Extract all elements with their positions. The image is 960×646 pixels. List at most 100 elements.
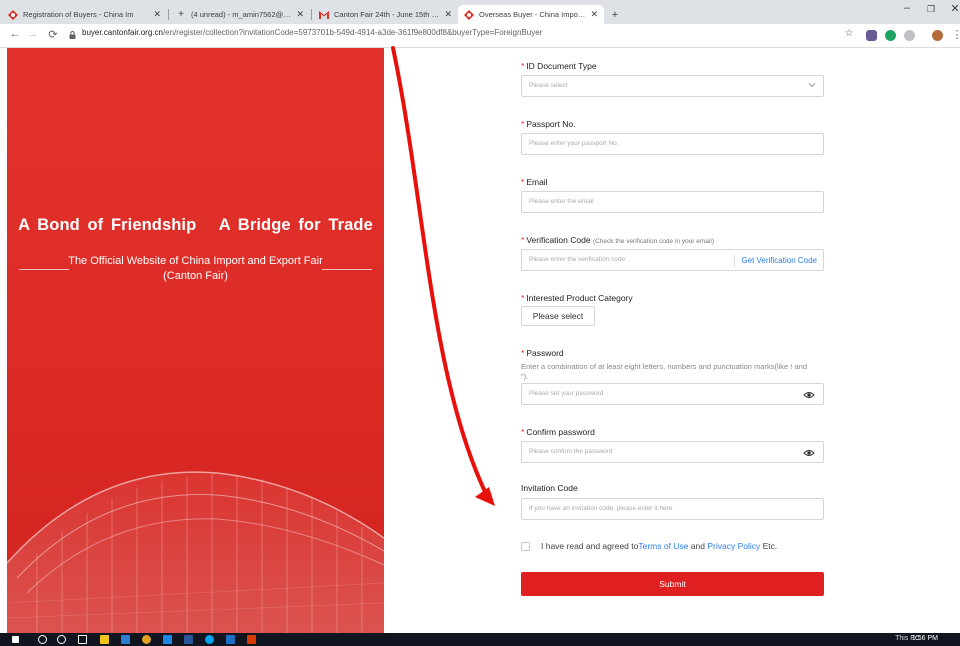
app-icon[interactable] (226, 635, 235, 644)
get-verification-code-button[interactable]: Get Verification Code (734, 255, 823, 267)
eye-icon[interactable] (803, 390, 815, 400)
app-icon[interactable] (205, 635, 214, 644)
canton-fair-favicon-icon (464, 9, 474, 20)
reload-icon[interactable]: ⟳ (46, 28, 60, 41)
cortana-icon[interactable] (57, 635, 66, 644)
exhibition-building-illustration (7, 471, 384, 633)
chrome-icon[interactable] (142, 635, 151, 644)
agree-checkbox[interactable] (521, 541, 530, 551)
verification-hint: (Check the verification code in your ema… (592, 238, 714, 245)
placeholder: Please set your password (529, 390, 604, 397)
verification-input[interactable]: Please enter the verification code Get V… (521, 249, 824, 271)
terms-of-use-link[interactable]: Terms of Use (638, 541, 688, 551)
task-view-icon[interactable] (78, 635, 87, 644)
hero-title: A Bond of Friendship A Bridge for Trade (18, 216, 373, 234)
id-document-label: * ID Document Type (521, 61, 597, 71)
password-hint: Enter a combination of at least eight le… (521, 362, 807, 381)
canton-fair-favicon-icon (8, 9, 18, 20)
url-host: buyer.cantonfair.org.cn (82, 28, 163, 37)
confirm-password-label: * Confirm password (521, 427, 595, 437)
password-label: * Password (521, 348, 564, 358)
tab-yahoo-mail[interactable]: + (4 unread) - m_amin7562@yaho ✕ (170, 5, 310, 24)
search-icon[interactable] (38, 635, 47, 644)
screen: Registration of Buyers - China Im ✕ + (4… (0, 0, 960, 646)
star-icon[interactable]: ☆ (842, 28, 856, 39)
app-icon[interactable] (163, 635, 172, 644)
windows-taskbar: This PC 1:56 PM (0, 633, 960, 646)
required-marker: * (521, 119, 525, 129)
required-marker: * (521, 177, 525, 187)
label-text: Password (526, 348, 564, 358)
hero-banner: A Bond of Friendship A Bridge for Trade … (7, 48, 384, 633)
required-marker: * (521, 293, 525, 303)
invitation-code-input[interactable]: If you have an invitation code, please e… (521, 498, 824, 520)
new-tab-button[interactable]: + (606, 5, 624, 24)
grammarly-icon[interactable] (885, 30, 896, 41)
extension-icon[interactable] (866, 30, 877, 41)
verification-label: * Verification Code (Check the verificati… (521, 235, 714, 245)
browser-tab-strip: Registration of Buyers - China Im ✕ + (4… (0, 0, 960, 24)
maximize-button[interactable]: ❐ (919, 4, 943, 15)
label-text: Email (526, 177, 548, 187)
tab-label: (4 unread) - m_amin7562@yaho (191, 10, 293, 19)
label-text: Verification Code (526, 235, 591, 245)
clock[interactable]: 1:56 PM (912, 635, 938, 642)
gmail-icon (319, 10, 329, 20)
placeholder: Please enter the verification code (529, 256, 626, 263)
required-marker: * (521, 61, 525, 71)
lock-icon (69, 31, 76, 39)
agree-suffix: Etc. (760, 541, 778, 551)
required-marker: * (521, 235, 525, 245)
tab-overseas-buyer[interactable]: Overseas Buyer - China Import an ✕ (458, 5, 604, 24)
minimize-button[interactable]: – (895, 2, 919, 14)
close-icon[interactable]: ✕ (590, 9, 598, 20)
category-select-button[interactable]: Please select (521, 306, 595, 326)
chevron-down-icon (808, 83, 816, 88)
eye-icon[interactable] (803, 448, 815, 458)
passport-input[interactable]: Please enter your passport No. (521, 133, 824, 155)
email-label: * Email (521, 177, 548, 187)
id-document-select[interactable]: Please select (521, 75, 824, 97)
agree-prefix: I have read and agreed to (541, 541, 639, 551)
privacy-policy-link[interactable]: Privacy Policy (707, 541, 760, 551)
mail-icon[interactable] (121, 635, 130, 644)
plus-icon: + (611, 8, 619, 21)
close-icon[interactable]: ✕ (296, 9, 304, 20)
invitation-code-label: Invitation Code (521, 483, 578, 493)
required-marker: * (521, 348, 525, 358)
tab-label: Canton Fair 24th - June 15th - m (334, 10, 441, 19)
url-path: /en/register/collection?invitationCode=5… (162, 28, 543, 37)
label-text: Interested Product Category (526, 293, 633, 303)
passport-label: * Passport No. (521, 119, 575, 129)
word-icon[interactable] (184, 635, 193, 644)
label-text: ID Document Type (526, 61, 597, 71)
placeholder: Please confirm the password (529, 448, 613, 455)
back-arrow-icon[interactable]: ← (8, 28, 22, 40)
url-field[interactable]: buyer.cantonfair.org.cn/en/register/coll… (82, 28, 542, 37)
tab-gmail[interactable]: Canton Fair 24th - June 15th - m ✕ (313, 5, 458, 24)
tab-label: Registration of Buyers - China Im (23, 10, 134, 19)
forward-arrow-icon[interactable]: → (26, 28, 40, 40)
placeholder: Please select (529, 82, 568, 89)
avatar[interactable] (932, 30, 943, 41)
plus-icon: + (178, 9, 184, 20)
confirm-password-input[interactable]: Please confirm the password (521, 441, 824, 463)
divider-line (19, 269, 69, 270)
menu-dots-icon[interactable]: ⋮ (950, 28, 960, 41)
terms-agreement: I have read and agreed to Terms of Use an… (521, 541, 777, 551)
password-input[interactable]: Please set your password (521, 383, 824, 405)
close-icon[interactable]: ✕ (444, 9, 452, 20)
email-input[interactable]: Please enter the email (521, 191, 824, 213)
submit-button[interactable]: Submit (521, 572, 824, 596)
window-close-button[interactable]: ✕ (943, 2, 960, 15)
app-icon[interactable] (247, 635, 256, 644)
label-text: Confirm password (526, 427, 595, 437)
close-icon[interactable]: ✕ (153, 9, 161, 20)
extension-icon[interactable] (904, 30, 915, 41)
file-explorer-icon[interactable] (100, 635, 109, 644)
windows-start-icon[interactable] (12, 636, 19, 643)
category-label: * Interested Product Category (521, 293, 633, 303)
tab-registration[interactable]: Registration of Buyers - China Im ✕ (2, 5, 167, 24)
divider-line (322, 269, 372, 270)
tab-label: Overseas Buyer - China Import an (479, 10, 587, 19)
